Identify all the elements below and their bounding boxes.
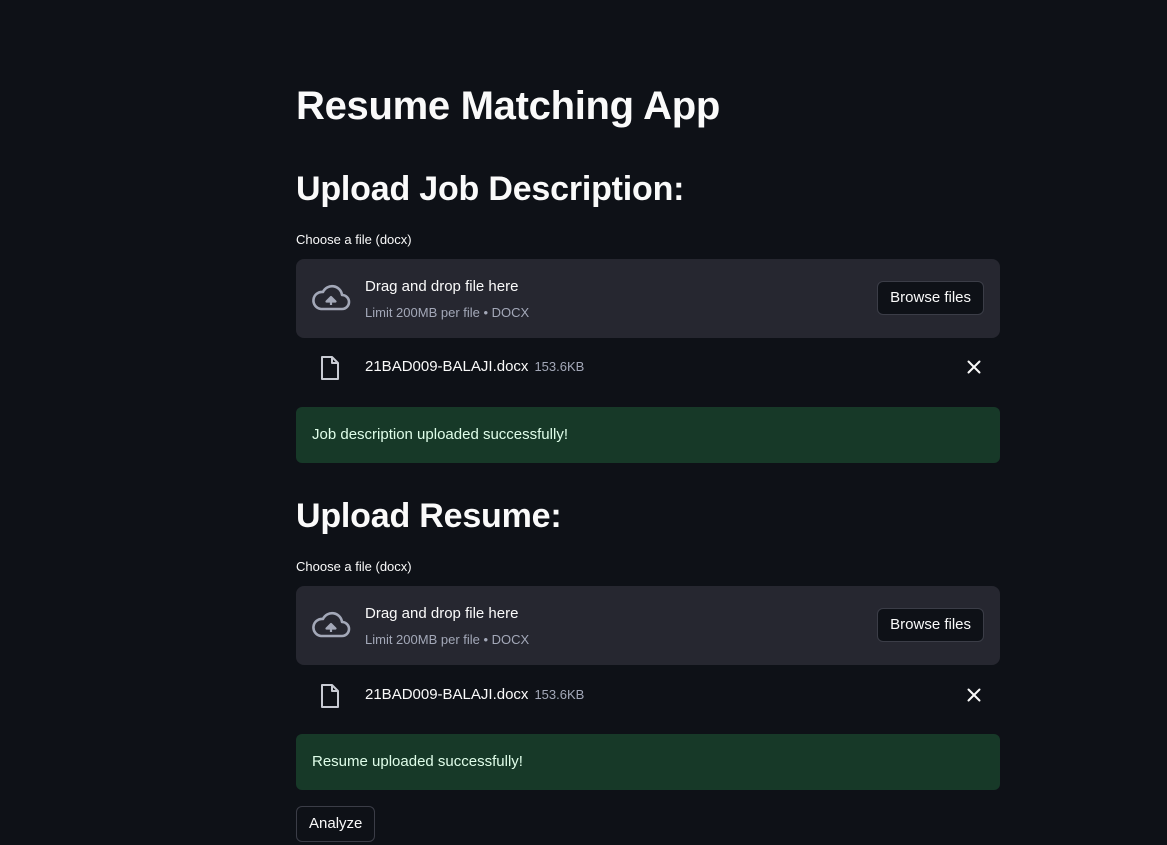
resume-success-alert: Resume uploaded successfully! [296,734,1000,790]
job-uploader-label: Choose a file (docx) [296,232,412,247]
dropzone-title: Drag and drop file here [365,278,519,295]
resume-file-dropzone[interactable]: Drag and drop file here Limit 200MB per … [296,586,1000,665]
browse-files-button[interactable]: Browse files [877,608,984,642]
cloud-upload-icon [312,284,351,311]
job-file-dropzone[interactable]: Drag and drop file here Limit 200MB per … [296,259,1000,338]
analyze-button[interactable]: Analyze [296,806,376,842]
job-success-alert: Job description uploaded successfully! [296,407,1000,463]
page-title: Resume Matching App [296,84,720,128]
dropzone-limit: Limit 200MB per file • DOCX [365,305,530,320]
close-icon[interactable] [964,357,984,377]
job-uploaded-file: 21BAD009-BALAJI.docx 153.6KB [296,347,1000,387]
success-message: Job description uploaded successfully! [312,426,568,443]
file-size: 153.6KB [534,359,585,374]
resume-uploader-label: Choose a file (docx) [296,559,412,574]
file-name: 21BAD009-BALAJI.docx 153.6KB [365,358,584,375]
browse-files-button[interactable]: Browse files [877,281,984,315]
dropzone-title: Drag and drop file here [365,605,519,622]
close-icon[interactable] [964,685,984,705]
file-icon [321,684,339,708]
resume-uploaded-file: 21BAD009-BALAJI.docx 153.6KB [296,675,1000,715]
success-message: Resume uploaded successfully! [312,753,523,770]
resume-heading: Upload Resume: [296,497,562,535]
job-description-heading: Upload Job Description: [296,170,685,208]
cloud-upload-icon [312,611,351,638]
file-name: 21BAD009-BALAJI.docx 153.6KB [365,686,584,703]
dropzone-limit: Limit 200MB per file • DOCX [365,632,530,647]
file-name-text: 21BAD009-BALAJI.docx [365,686,529,703]
file-name-text: 21BAD009-BALAJI.docx [365,358,529,375]
file-icon [321,356,339,380]
file-size: 153.6KB [534,687,585,702]
